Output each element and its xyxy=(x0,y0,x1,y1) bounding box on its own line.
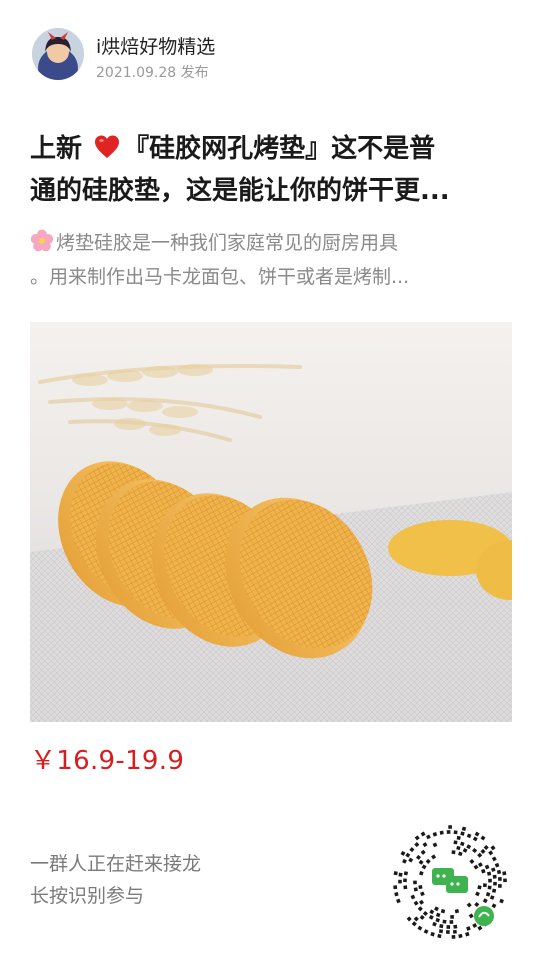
post-date: 2021.09.28 发布 xyxy=(96,65,209,81)
account-name[interactable]: i烘焙好物精选 xyxy=(96,32,215,59)
post-description: 烤垫硅胶是一种我们家庭常见的厨房用具 。用来制作出马卡龙面包、饼干或者是烤制..… xyxy=(30,226,510,294)
title-line-1: 上新 『硅胶网孔烤垫』这不是普 xyxy=(30,128,510,170)
title-suffix: 『硅胶网孔烤垫』这不是普 xyxy=(123,134,436,164)
footer-line-2: 长按识别参与 xyxy=(30,885,145,907)
avatar[interactable] xyxy=(32,28,84,80)
post-title[interactable]: 上新 『硅胶网孔烤垫』这不是普 通的硅胶垫，这是能让你的饼干更... xyxy=(30,128,510,212)
desc-text-1: 烤垫硅胶是一种我们家庭常见的厨房用具 xyxy=(56,232,399,254)
post-header: i烘焙好物精选 2021.09.28 发布 xyxy=(32,28,512,84)
title-prefix: 上新 xyxy=(30,134,92,164)
heart-icon xyxy=(93,132,121,160)
title-line-2: 通的硅胶垫，这是能让你的饼干更... xyxy=(30,176,450,206)
footer-text: 一群人正在赶来接龙 长按识别参与 xyxy=(30,848,201,912)
desc-line-2: 。用来制作出马卡龙面包、饼干或者是烤制... xyxy=(30,266,410,288)
qr-code[interactable] xyxy=(388,820,512,944)
footer-line-1: 一群人正在赶来接龙 xyxy=(30,853,202,875)
product-photo[interactable] xyxy=(30,322,512,722)
price: ￥16.9-19.9 xyxy=(30,746,185,776)
flower-icon xyxy=(30,229,54,253)
desc-line-1: 烤垫硅胶是一种我们家庭常见的厨房用具 xyxy=(30,226,510,260)
